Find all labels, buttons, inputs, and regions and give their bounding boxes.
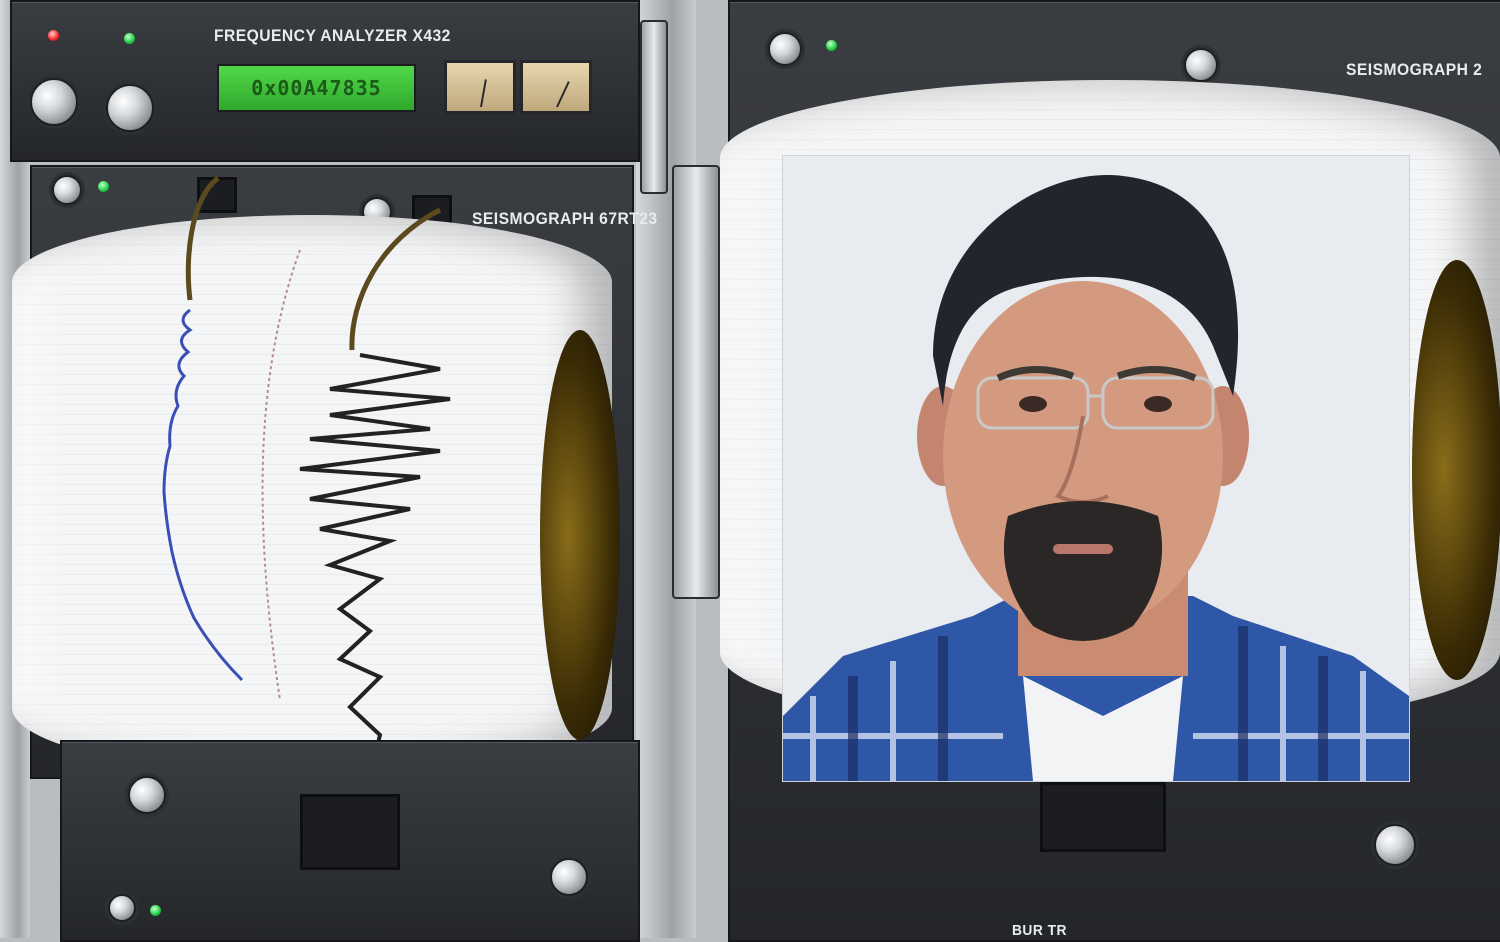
lower-handle-slot[interactable] bbox=[300, 794, 400, 870]
green-led-icon bbox=[826, 40, 837, 51]
bottom-right-partial-label: BUR TR bbox=[1012, 922, 1067, 939]
center-handle-top[interactable] bbox=[640, 20, 668, 194]
portrait-illustration bbox=[783, 156, 1409, 781]
center-handle-middle[interactable] bbox=[672, 165, 720, 599]
portrait-photo bbox=[783, 156, 1409, 781]
right-small-knob-icon[interactable] bbox=[768, 32, 802, 66]
lower-right-knob-icon[interactable] bbox=[550, 858, 588, 896]
green-led-icon bbox=[150, 905, 161, 916]
right-lower-handle-slot[interactable] bbox=[1040, 782, 1166, 852]
right-seismograph-title: SEISMOGRAPH 2 bbox=[1346, 60, 1483, 79]
left-lower-panel bbox=[60, 740, 640, 942]
right-drum-opening bbox=[1412, 260, 1500, 680]
right-lower-knob-icon[interactable] bbox=[1374, 824, 1416, 866]
red-dotted-trace bbox=[261, 249, 301, 701]
seismograph-scene: FREQUENCY ANALYZER X432 0x00A47835 SEISM… bbox=[0, 0, 1500, 942]
blue-trace bbox=[162, 308, 244, 682]
pen-arm-icon bbox=[349, 207, 442, 351]
right-pen-knob-icon[interactable] bbox=[1184, 48, 1218, 82]
lower-left-knob-icon[interactable] bbox=[128, 776, 166, 814]
pen-arm-icon bbox=[185, 176, 220, 301]
black-trace bbox=[299, 353, 451, 807]
bottom-small-knob-icon[interactable] bbox=[108, 894, 136, 922]
